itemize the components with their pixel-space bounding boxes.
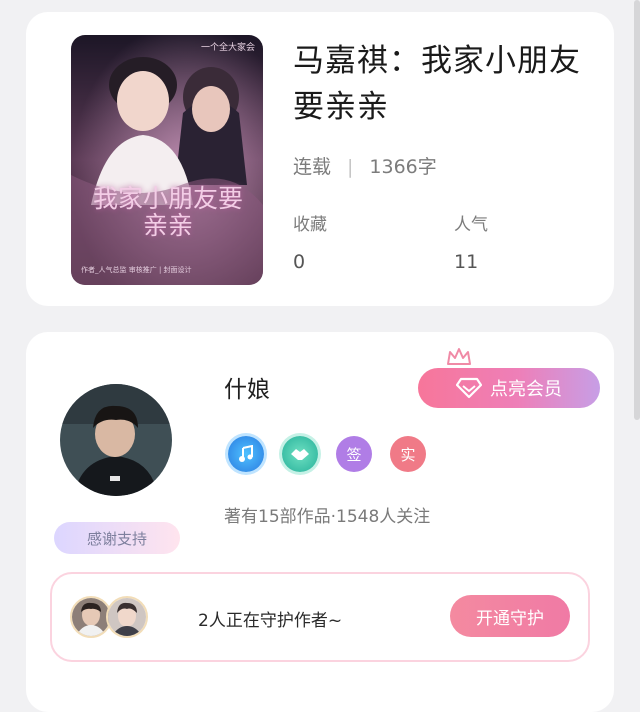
cover-title-art: 我家小朋友要亲亲 xyxy=(93,184,244,240)
book-title: 马嘉祺：我家小朋友要亲亲 xyxy=(293,43,581,125)
popularity-stat: 人气 11 xyxy=(454,210,488,273)
guard-count-text: 2人正在守护作者~ xyxy=(198,611,343,631)
word-count: 1366字 xyxy=(369,156,437,178)
popularity-label: 人气 xyxy=(454,215,488,235)
thanks-support-tag[interactable]: 感谢支持 xyxy=(54,522,180,554)
cover-bottom-text: 作者_人气总监 审核推广 | 封面设计 xyxy=(81,266,192,274)
activate-membership-button[interactable]: 点亮会员 xyxy=(418,368,600,408)
popularity-value: 11 xyxy=(454,251,479,273)
cover-top-text: 一个全大家会 xyxy=(200,43,255,53)
book-meta: 连载 | 1366字 xyxy=(293,152,437,179)
real-badge-icon[interactable]: 实 xyxy=(390,436,426,472)
author-card: 什娘 点亮会员 签 实 著有15部作品·1548人关注 感谢支持 2人正在守护作… xyxy=(26,332,614,712)
favorites-label: 收藏 xyxy=(293,215,327,235)
book-cover[interactable]: 我家小朋友要亲亲 一个全大家会 作者_人气总监 审核推广 | 封面设计 xyxy=(71,35,263,285)
diamond-icon xyxy=(456,377,482,399)
crown-icon xyxy=(447,348,471,365)
author-works-info: 著有15部作品·1548人关注 xyxy=(224,507,431,527)
guard-panel: 2人正在守护作者~ 开通守护 xyxy=(50,572,590,662)
author-badges: 签 实 xyxy=(228,436,426,472)
favorites-value: 0 xyxy=(293,251,306,273)
handshake-badge-icon[interactable] xyxy=(282,436,318,472)
music-badge-icon[interactable] xyxy=(228,436,264,472)
author-name: 什娘 xyxy=(224,377,270,403)
scrollbar[interactable] xyxy=(634,0,640,420)
fan-avatar[interactable] xyxy=(106,596,148,638)
open-guard-button[interactable]: 开通守护 xyxy=(450,595,570,637)
activate-membership-label: 点亮会员 xyxy=(490,379,562,399)
book-status: 连载 xyxy=(293,156,332,178)
favorites-stat: 收藏 0 xyxy=(293,210,327,273)
book-card[interactable]: 我家小朋友要亲亲 一个全大家会 作者_人气总监 审核推广 | 封面设计 马嘉祺：… xyxy=(26,12,614,306)
author-avatar[interactable] xyxy=(60,384,172,496)
thanks-support-label: 感谢支持 xyxy=(86,529,147,548)
meta-divider: | xyxy=(347,156,354,178)
sign-badge-icon[interactable]: 签 xyxy=(336,436,372,472)
